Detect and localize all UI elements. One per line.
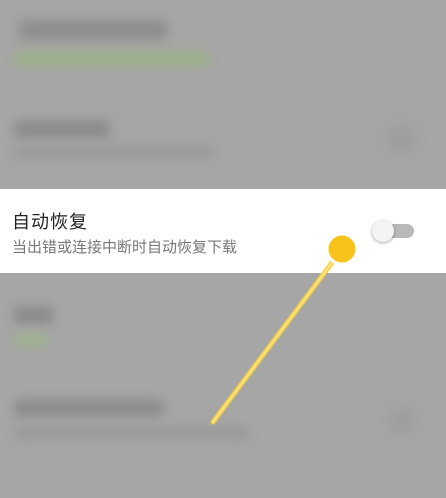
touch-point-icon [325,232,359,266]
gesture-overlay [210,232,359,425]
